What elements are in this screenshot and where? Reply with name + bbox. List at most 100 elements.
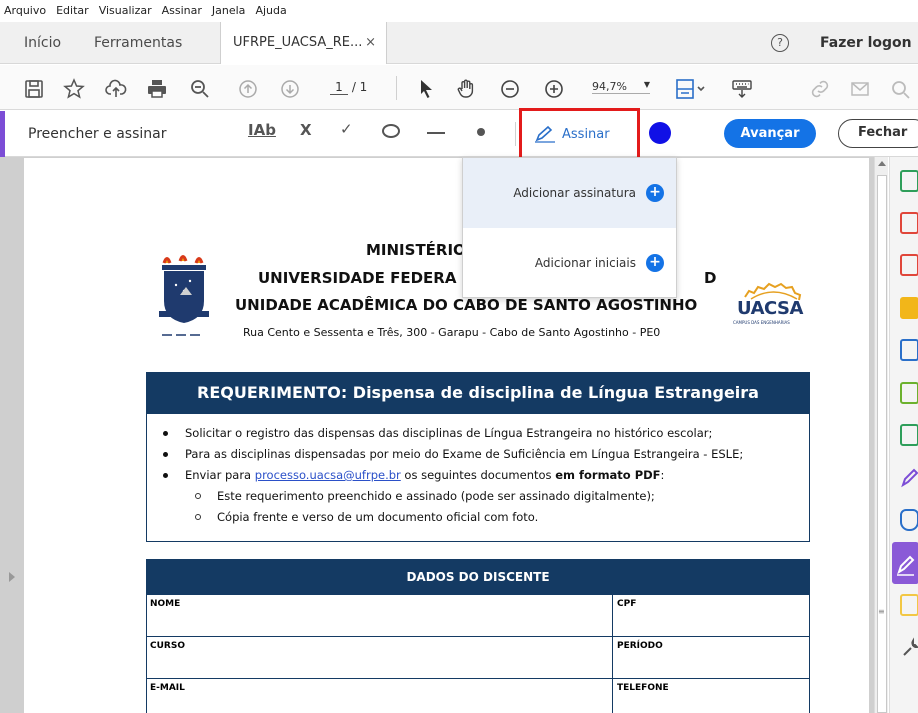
add-initials-item[interactable]: Adicionar iniciais + bbox=[463, 228, 676, 298]
zoom-out-icon[interactable] bbox=[498, 77, 522, 101]
fill-sign-active-icon[interactable] bbox=[892, 542, 918, 584]
toolbar-separator bbox=[396, 76, 397, 100]
left-panel-toggle-icon[interactable] bbox=[9, 572, 15, 582]
doc-header-ministry: MINISTÉRIO bbox=[366, 241, 466, 259]
student-data-table: NOME CPF CURSO PERÍODO E-MAIL TELEFONE bbox=[146, 595, 810, 713]
menu-editar[interactable]: Editar bbox=[51, 0, 94, 22]
bullet-item: Para as disciplinas dispensadas por meio… bbox=[163, 447, 744, 461]
dot-tool[interactable] bbox=[477, 128, 485, 136]
scroll-up-icon[interactable] bbox=[878, 161, 886, 166]
zoom-level-value: 94,7% bbox=[592, 80, 627, 93]
print-icon[interactable] bbox=[145, 77, 169, 101]
bullet-item: Solicitar o registro das dispensas das d… bbox=[163, 426, 713, 440]
bullet-text: Enviar para bbox=[185, 468, 255, 482]
organize-pages-icon[interactable] bbox=[900, 212, 918, 234]
sign-dropdown-menu: Adicionar assinatura + Adicionar iniciai… bbox=[462, 157, 677, 298]
menu-arquivo[interactable]: Arquivo bbox=[0, 0, 51, 22]
scroll-thumb[interactable] bbox=[877, 175, 887, 713]
next-button[interactable]: Avançar bbox=[724, 119, 816, 148]
link-icon[interactable] bbox=[808, 77, 832, 101]
requirement-banner: REQUERIMENTO: Dispensa de disciplina de … bbox=[146, 372, 810, 414]
hand-tool-icon[interactable] bbox=[454, 77, 478, 101]
fit-page-icon[interactable] bbox=[674, 77, 706, 101]
comment-icon[interactable] bbox=[900, 297, 918, 319]
bullet-text: os seguintes documentos bbox=[400, 468, 556, 482]
ink-color-picker[interactable] bbox=[649, 122, 671, 144]
circle-tool[interactable] bbox=[382, 124, 400, 138]
create-pdf-icon[interactable] bbox=[900, 254, 918, 276]
page-down-icon[interactable] bbox=[278, 77, 302, 101]
help-icon[interactable]: ? bbox=[771, 34, 789, 52]
logon-link[interactable]: Fazer logon bbox=[820, 22, 912, 64]
zoom-search-icon[interactable] bbox=[188, 77, 212, 101]
chevron-down-icon: ▼ bbox=[643, 80, 650, 89]
right-tools-panel bbox=[889, 157, 918, 713]
add-text-tool[interactable]: IAb bbox=[248, 121, 276, 143]
sub-bullet-text: Cópia frente e verso de um documento ofi… bbox=[217, 510, 539, 524]
tools-wrench-icon[interactable] bbox=[900, 637, 918, 659]
bullet-text: : bbox=[660, 468, 665, 482]
menu-bar: Arquivo Editar Visualizar Assinar Janela… bbox=[0, 0, 918, 22]
line-tool[interactable] bbox=[427, 132, 445, 134]
field-curso[interactable]: CURSO bbox=[147, 637, 613, 679]
scan-ocr-icon[interactable] bbox=[900, 424, 918, 446]
plus-circle-icon: + bbox=[646, 184, 664, 202]
protect-shield-icon[interactable] bbox=[900, 509, 918, 531]
email-icon[interactable] bbox=[848, 77, 872, 101]
bookmark-star-icon[interactable] bbox=[62, 77, 86, 101]
save-icon[interactable] bbox=[22, 77, 46, 101]
bullet-dot bbox=[163, 452, 168, 457]
menu-ajuda[interactable]: Ajuda bbox=[250, 0, 291, 22]
sub-bullet-item: Cópia frente e verso de um documento ofi… bbox=[195, 510, 539, 524]
tab-inicio[interactable]: Início bbox=[24, 22, 61, 64]
page-up-icon[interactable] bbox=[236, 77, 260, 101]
fill-sign-pen-icon[interactable] bbox=[900, 467, 918, 489]
doc-header-unit: UNIDADE ACADÊMICA DO CABO DE SANTO AGOST… bbox=[235, 296, 698, 314]
close-button[interactable]: Fechar bbox=[838, 119, 918, 148]
email-link[interactable]: processo.uacsa@ufrpe.br bbox=[255, 468, 401, 482]
send-for-review-icon[interactable] bbox=[900, 594, 918, 616]
field-periodo[interactable]: PERÍODO bbox=[613, 637, 809, 679]
field-telefone[interactable]: TELEFONE bbox=[613, 679, 809, 713]
tab-ferramentas[interactable]: Ferramentas bbox=[94, 22, 182, 64]
menu-janela[interactable]: Janela bbox=[207, 0, 251, 22]
field-nome[interactable]: NOME bbox=[147, 595, 613, 637]
cloud-upload-icon[interactable] bbox=[104, 77, 128, 101]
add-initials-label: Adicionar iniciais bbox=[534, 256, 636, 270]
instructions-box: Solicitar o registro das dispensas das d… bbox=[146, 414, 810, 542]
page-indicator: 1 / 1 bbox=[330, 80, 367, 95]
sub-bullet-item: Este requerimento preenchido e assinado … bbox=[195, 489, 655, 503]
doc-header-university-end: D bbox=[704, 269, 717, 287]
menu-assinar[interactable]: Assinar bbox=[157, 0, 207, 22]
add-signature-item[interactable]: Adicionar assinatura + bbox=[463, 158, 676, 228]
ufrpe-crest-logo bbox=[159, 255, 209, 336]
compress-pdf-icon[interactable] bbox=[900, 382, 918, 404]
sub-bullet-text: Este requerimento preenchido e assinado … bbox=[217, 489, 655, 503]
edit-pdf-icon[interactable] bbox=[900, 339, 918, 361]
cross-mark-tool[interactable]: X bbox=[300, 121, 312, 143]
vertical-scrollbar[interactable]: ≡ bbox=[874, 157, 888, 713]
uacsa-logo-text: UACSA bbox=[737, 298, 803, 319]
field-cpf[interactable]: CPF bbox=[613, 595, 809, 637]
doc-header-university: UNIVERSIDADE FEDERA bbox=[258, 269, 457, 287]
sub-bullet-circle bbox=[195, 514, 201, 520]
close-tab-icon[interactable]: × bbox=[365, 22, 376, 64]
bullet-text: Para as disciplinas dispensadas por meio… bbox=[185, 447, 744, 461]
keyboard-icon[interactable] bbox=[730, 77, 754, 101]
field-email[interactable]: E-MAIL bbox=[147, 679, 613, 713]
check-mark-tool[interactable]: ✓ bbox=[340, 120, 353, 142]
zoom-in-icon[interactable] bbox=[542, 77, 566, 101]
sub-bullet-circle bbox=[195, 493, 201, 499]
table-row: CURSO PERÍODO bbox=[147, 637, 809, 679]
page-number-input[interactable]: 1 bbox=[330, 80, 348, 95]
bullet-text: Solicitar o registro das dispensas das d… bbox=[185, 426, 713, 440]
select-cursor-icon[interactable] bbox=[414, 77, 438, 101]
menu-visualizar[interactable]: Visualizar bbox=[94, 0, 157, 22]
zoom-level-select[interactable]: 94,7% ▼ bbox=[592, 80, 650, 94]
add-signature-label: Adicionar assinatura bbox=[513, 186, 636, 200]
search-text-icon[interactable] bbox=[888, 77, 912, 101]
tab-document[interactable]: UFRPE_UACSA_RE... × bbox=[220, 22, 387, 64]
export-pdf-icon[interactable] bbox=[900, 170, 918, 192]
plus-circle-icon: + bbox=[646, 254, 664, 272]
acrobat-window: Arquivo Editar Visualizar Assinar Janela… bbox=[0, 0, 918, 713]
